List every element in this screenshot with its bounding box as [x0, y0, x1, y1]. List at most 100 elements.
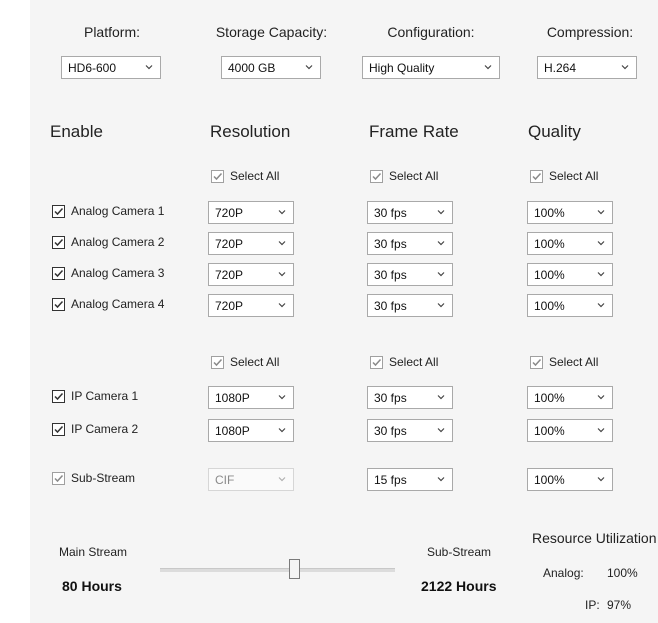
checkmark-icon: [213, 358, 223, 367]
chevron-down-icon: [437, 272, 445, 277]
platform-select[interactable]: HD6-600: [61, 56, 161, 79]
storage-capacity-select[interactable]: 4000 GB: [221, 56, 321, 79]
checkmark-icon: [54, 392, 64, 401]
analog-cameras-2-framerate-select-value: 30 fps: [374, 237, 407, 251]
chevron-down-icon: [437, 395, 445, 400]
chevron-down-icon: [278, 477, 286, 482]
configuration-select[interactable]: High Quality: [362, 56, 500, 79]
enable-header: Enable: [50, 122, 103, 141]
sub-stream-framerate-select-value: 15 fps: [374, 473, 407, 487]
ip-cameras-1-quality-select-value: 100%: [534, 391, 565, 405]
ip-cameras-2-framerate-select[interactable]: 30 fps: [367, 419, 453, 442]
analog-cameras-1-enable-checkbox[interactable]: [52, 205, 65, 218]
chevron-down-icon: [437, 210, 445, 215]
analog-cameras-4-quality-select-value: 100%: [534, 299, 565, 313]
chevron-down-icon: [597, 272, 605, 277]
chevron-down-icon: [437, 477, 445, 482]
analog-quality-select-all-label: Select All: [549, 169, 599, 183]
ip-cameras-1-resolution-select[interactable]: 1080P: [208, 386, 294, 409]
analog-framerate-select-all-checkbox[interactable]: [370, 170, 383, 183]
checkmark-icon: [54, 238, 64, 247]
ip-cameras-2-enable-checkbox[interactable]: [52, 423, 65, 436]
storage-capacity-label: Storage Capacity:: [215, 24, 328, 40]
analog-cameras-3-quality-select[interactable]: 100%: [527, 263, 613, 286]
checkmark-icon: [54, 269, 64, 278]
sub-stream-name-label: Sub-Stream: [71, 471, 136, 485]
compression-select-value: H.264: [544, 61, 577, 75]
analog-cameras-3-enable-checkbox[interactable]: [52, 267, 65, 280]
compression-select[interactable]: H.264: [537, 56, 637, 79]
analog-framerate-select-all-label: Select All: [389, 169, 439, 183]
analog-cameras-4-quality-select[interactable]: 100%: [527, 294, 613, 317]
ip-cameras-1-quality-select[interactable]: 100%: [527, 386, 613, 409]
chevron-down-icon: [437, 303, 445, 308]
analog-cameras-4-framerate-select[interactable]: 30 fps: [367, 294, 453, 317]
checkmark-icon: [54, 474, 64, 483]
analog-cameras-4-framerate-select-value: 30 fps: [374, 299, 407, 313]
analog-cameras-2-resolution-select[interactable]: 720P: [208, 232, 294, 255]
chevron-down-icon: [305, 65, 313, 70]
configuration-label: Configuration:: [387, 24, 475, 40]
ip-cameras-1-framerate-select[interactable]: 30 fps: [367, 386, 453, 409]
ip-quality-select-all-checkbox[interactable]: [530, 356, 543, 369]
sub-stream-resolution-select[interactable]: CIF: [208, 468, 294, 491]
chevron-down-icon: [278, 210, 286, 215]
analog-cameras-1-quality-select[interactable]: 100%: [527, 201, 613, 224]
analog-cameras-4-enable-checkbox[interactable]: [52, 298, 65, 311]
analog-cameras-2-name-label: Analog Camera 2: [71, 235, 165, 249]
resource-utilization-title: Resource Utilization: [532, 530, 657, 546]
analog-cameras-3-framerate-select[interactable]: 30 fps: [367, 263, 453, 286]
analog-cameras-2-quality-select-value: 100%: [534, 237, 565, 251]
chevron-down-icon: [278, 303, 286, 308]
resolution-header: Resolution: [210, 122, 291, 141]
analog-cameras-2-quality-select[interactable]: 100%: [527, 232, 613, 255]
analog-resolution-select-all-checkbox[interactable]: [211, 170, 224, 183]
analog-cameras-1-resolution-select[interactable]: 720P: [208, 201, 294, 224]
analog-cameras-1-name-label: Analog Camera 1: [71, 204, 165, 218]
platform-label: Platform:: [83, 24, 140, 40]
analog-cameras-2-framerate-select[interactable]: 30 fps: [367, 232, 453, 255]
ip-cameras-2-resolution-select[interactable]: 1080P: [208, 419, 294, 442]
ip-resolution-select-all-checkbox[interactable]: [211, 356, 224, 369]
analog-cameras-2-enable-checkbox[interactable]: [52, 236, 65, 249]
analog-cameras-3-quality-select-value: 100%: [534, 268, 565, 282]
ip-framerate-select-all-label: Select All: [389, 355, 439, 369]
main-stream-label: Main Stream: [59, 545, 128, 559]
chevron-down-icon: [278, 272, 286, 277]
checkmark-icon: [372, 172, 382, 181]
ip-cameras-1-enable-checkbox[interactable]: [52, 390, 65, 403]
chevron-down-icon: [278, 241, 286, 246]
frame-rate-header: Frame Rate: [369, 122, 459, 141]
sub-stream-quality-select[interactable]: 100%: [527, 468, 613, 491]
analog-cameras-1-framerate-select[interactable]: 30 fps: [367, 201, 453, 224]
analog-resolution-select-all-label: Select All: [230, 169, 280, 183]
chevron-down-icon: [597, 477, 605, 482]
analog-quality-select-all-checkbox[interactable]: [530, 170, 543, 183]
analog-utilization-value: 100%: [607, 566, 638, 580]
checkmark-icon: [372, 358, 382, 367]
configuration-select-value: High Quality: [369, 61, 435, 75]
ip-quality-select-all-label: Select All: [549, 355, 599, 369]
ip-utilization-value: 97%: [607, 598, 632, 612]
stream-slider-thumb[interactable]: [289, 559, 300, 579]
ip-cameras-2-quality-select-value: 100%: [534, 424, 565, 438]
sub-stream-enable-checkbox[interactable]: [52, 472, 65, 485]
chevron-down-icon: [145, 65, 153, 70]
ip-resolution-select-all-label: Select All: [230, 355, 280, 369]
sub-stream-quality-select-value: 100%: [534, 473, 565, 487]
analog-cameras-1-framerate-select-value: 30 fps: [374, 206, 407, 220]
sub-stream-hours: 2122 Hours: [421, 578, 497, 594]
chevron-down-icon: [278, 395, 286, 400]
checkmark-icon: [54, 425, 64, 434]
ip-cameras-2-quality-select[interactable]: 100%: [527, 419, 613, 442]
analog-cameras-4-resolution-select[interactable]: 720P: [208, 294, 294, 317]
checkmark-icon: [213, 172, 223, 181]
sub-stream-framerate-select[interactable]: 15 fps: [367, 468, 453, 491]
analog-cameras-4-resolution-select-value: 720P: [215, 299, 244, 313]
ip-cameras-2-framerate-select-value: 30 fps: [374, 424, 407, 438]
stream-slider-track[interactable]: [160, 568, 395, 572]
chevron-down-icon: [597, 428, 605, 433]
ip-framerate-select-all-checkbox[interactable]: [370, 356, 383, 369]
analog-cameras-3-resolution-select[interactable]: 720P: [208, 263, 294, 286]
ip-utilization-label: IP:: [585, 598, 600, 612]
